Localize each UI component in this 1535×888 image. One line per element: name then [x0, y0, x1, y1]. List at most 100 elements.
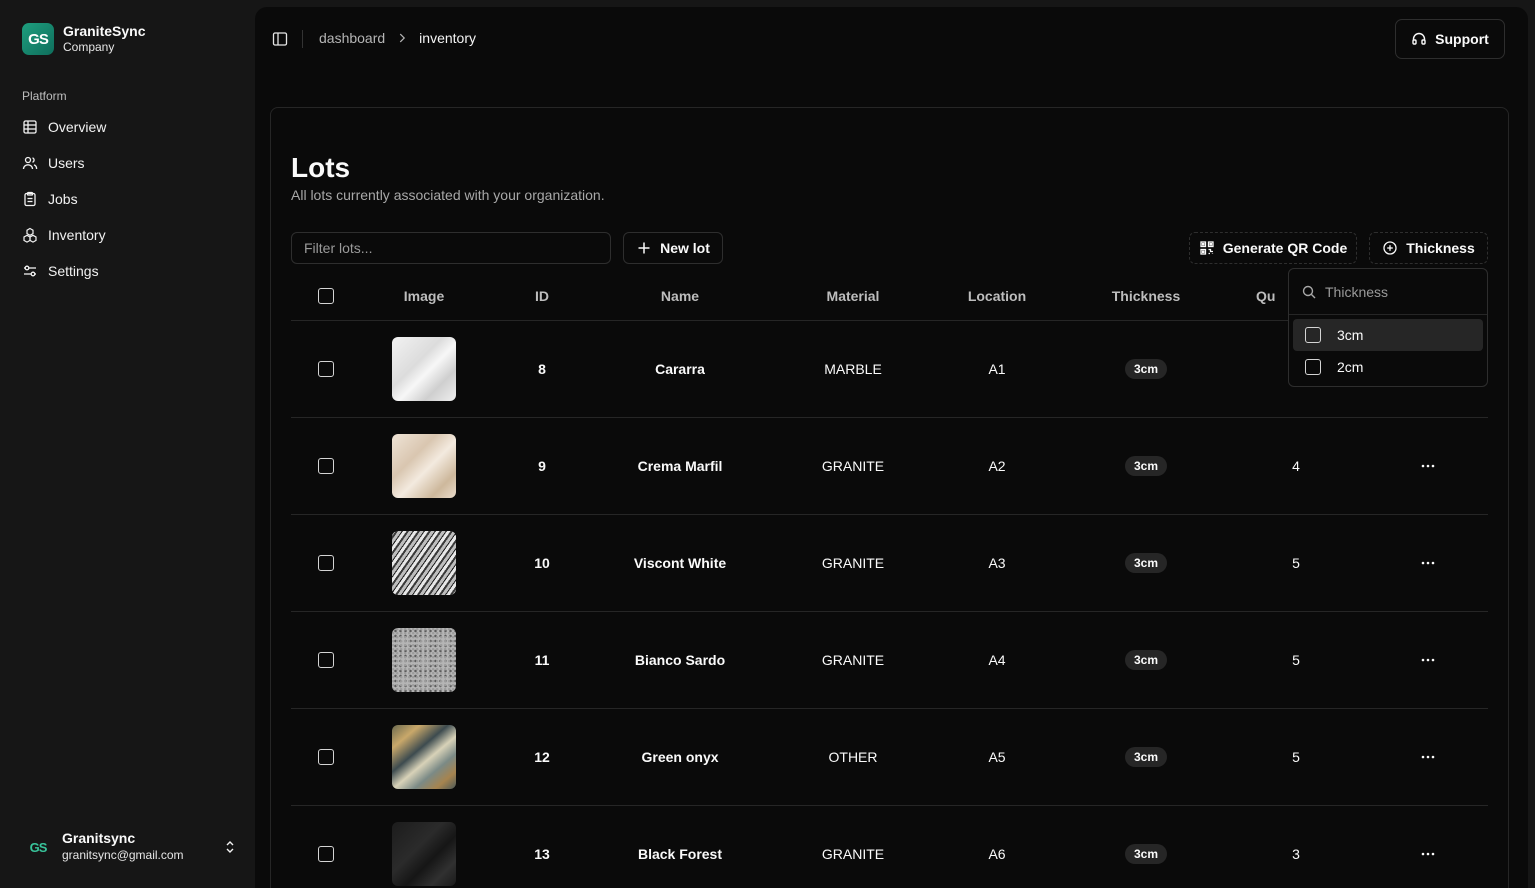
option-checkbox[interactable] — [1305, 359, 1321, 375]
more-horizontal-icon[interactable] — [1420, 555, 1436, 571]
chevron-right-icon — [399, 33, 406, 43]
divider — [302, 30, 303, 48]
thickness-search-input[interactable] — [1325, 283, 1475, 300]
cell-image — [379, 806, 469, 888]
lot-location: A5 — [988, 749, 1006, 765]
thickness-filter-button[interactable]: Thickness — [1369, 232, 1488, 264]
cell-material: OTHER — [783, 709, 923, 805]
thickness-badge: 3cm — [1124, 650, 1168, 670]
table-row[interactable]: 13 Black Forest GRANITE A6 3cm 3 — [291, 806, 1488, 888]
plus-icon — [638, 242, 650, 254]
lot-name: Bianco Sardo — [634, 652, 726, 668]
cell-actions — [1398, 418, 1458, 514]
thickness-badge: 3cm — [1124, 359, 1168, 379]
generate-qr-label: Generate QR Code — [1222, 240, 1348, 256]
cell-name: Crema Marfil — [600, 418, 760, 514]
cell-quantity: 4 — [1226, 418, 1366, 514]
cell-name: Green onyx — [600, 709, 760, 805]
lots-card: Lots All lots currently associated with … — [270, 107, 1509, 888]
row-checkbox[interactable] — [318, 555, 334, 571]
cell-quantity: 3 — [1226, 806, 1366, 888]
cell-check — [291, 709, 361, 805]
new-lot-button[interactable]: New lot — [623, 232, 723, 264]
sidebar-item-inventory[interactable]: Inventory — [14, 217, 242, 253]
sidebar-item-label: Overview — [48, 119, 107, 135]
sidebar-item-label: Users — [48, 155, 85, 171]
cell-id: 12 — [502, 709, 582, 805]
sidebar-item-settings[interactable]: Settings — [14, 253, 242, 289]
lot-material: GRANITE — [821, 458, 885, 474]
more-horizontal-icon[interactable] — [1420, 749, 1436, 765]
support-button[interactable]: Support — [1395, 19, 1505, 59]
brand-subtitle: Company — [63, 40, 115, 54]
cell-check — [291, 321, 361, 417]
cell-image — [379, 321, 469, 417]
lot-image — [392, 628, 456, 692]
row-checkbox[interactable] — [318, 458, 334, 474]
cell-id: 11 — [502, 612, 582, 708]
more-horizontal-icon[interactable] — [1420, 652, 1436, 668]
lot-id: 9 — [538, 458, 546, 474]
cell-thickness: 3cm — [1076, 709, 1216, 805]
brand-switcher[interactable]: GS GraniteSync Company — [22, 23, 145, 55]
avatar: GS — [29, 839, 48, 855]
more-horizontal-icon[interactable] — [1420, 458, 1436, 474]
cell-thickness: 3cm — [1076, 515, 1216, 611]
cell-actions — [1398, 515, 1458, 611]
lot-location: A6 — [988, 846, 1006, 862]
new-lot-label: New lot — [660, 240, 710, 256]
row-checkbox[interactable] — [318, 749, 334, 765]
table-row[interactable]: 11 Bianco Sardo GRANITE A4 3cm 5 — [291, 612, 1488, 709]
cell-material: GRANITE — [783, 806, 923, 888]
thickness-option-3cm[interactable]: 3cm — [1293, 319, 1483, 351]
cell-check — [291, 612, 361, 708]
table-row[interactable]: 12 Green onyx OTHER A5 3cm 5 — [291, 709, 1488, 806]
lot-material: GRANITE — [821, 555, 885, 571]
row-checkbox[interactable] — [318, 652, 334, 668]
sidebar-item-overview[interactable]: Overview — [14, 109, 242, 145]
header-name[interactable]: Name — [600, 272, 760, 320]
sidebar-item-label: Settings — [48, 263, 99, 279]
main-content: dashboard inventory Support Lots All lot… — [255, 7, 1528, 888]
option-label: 2cm — [1337, 359, 1364, 375]
lot-quantity: 5 — [1292, 652, 1300, 668]
row-checkbox[interactable] — [318, 846, 334, 862]
option-checkbox[interactable] — [1305, 327, 1321, 343]
sidebar-item-jobs[interactable]: Jobs — [14, 181, 242, 217]
lot-image — [392, 725, 456, 789]
thickness-option-2cm[interactable]: 2cm — [1293, 351, 1483, 383]
cell-id: 9 — [502, 418, 582, 514]
qr-code-icon — [1200, 241, 1214, 255]
user-menu[interactable]: GS Granitsync granitsync@gmail.com — [22, 830, 238, 864]
row-checkbox[interactable] — [318, 361, 334, 377]
header-thickness[interactable]: Thickness — [1076, 272, 1216, 320]
lot-name: Cararra — [655, 361, 705, 377]
table-row[interactable]: 10 Viscont White GRANITE A3 3cm 5 — [291, 515, 1488, 612]
generate-qr-button[interactable]: Generate QR Code — [1189, 232, 1357, 264]
thickness-badge: 3cm — [1124, 844, 1168, 864]
more-horizontal-icon[interactable] — [1420, 846, 1436, 862]
breadcrumb-dashboard[interactable]: dashboard — [319, 30, 385, 46]
sidebar-toggle-icon[interactable] — [272, 31, 288, 47]
header-material[interactable]: Material — [783, 272, 923, 320]
cell-location: A3 — [927, 515, 1067, 611]
header-id[interactable]: ID — [502, 272, 582, 320]
topbar: dashboard inventory Support — [255, 7, 1528, 71]
search-icon — [1302, 285, 1316, 298]
select-all-checkbox[interactable] — [318, 288, 334, 304]
lot-id: 10 — [534, 555, 550, 571]
table-icon — [23, 120, 37, 134]
lot-image — [392, 434, 456, 498]
header-location[interactable]: Location — [927, 272, 1067, 320]
cell-location: A5 — [927, 709, 1067, 805]
lot-material: GRANITE — [821, 652, 885, 668]
filter-input[interactable] — [291, 232, 611, 264]
lot-quantity: 5 — [1292, 555, 1300, 571]
lot-id: 11 — [534, 652, 550, 668]
page-subtitle: All lots currently associated with your … — [291, 187, 605, 203]
thickness-badge: 3cm — [1124, 553, 1168, 573]
lot-location: A1 — [988, 361, 1006, 377]
table-row[interactable]: 9 Crema Marfil GRANITE A2 3cm 4 — [291, 418, 1488, 515]
sidebar-item-users[interactable]: Users — [14, 145, 242, 181]
cell-material: MARBLE — [783, 321, 923, 417]
